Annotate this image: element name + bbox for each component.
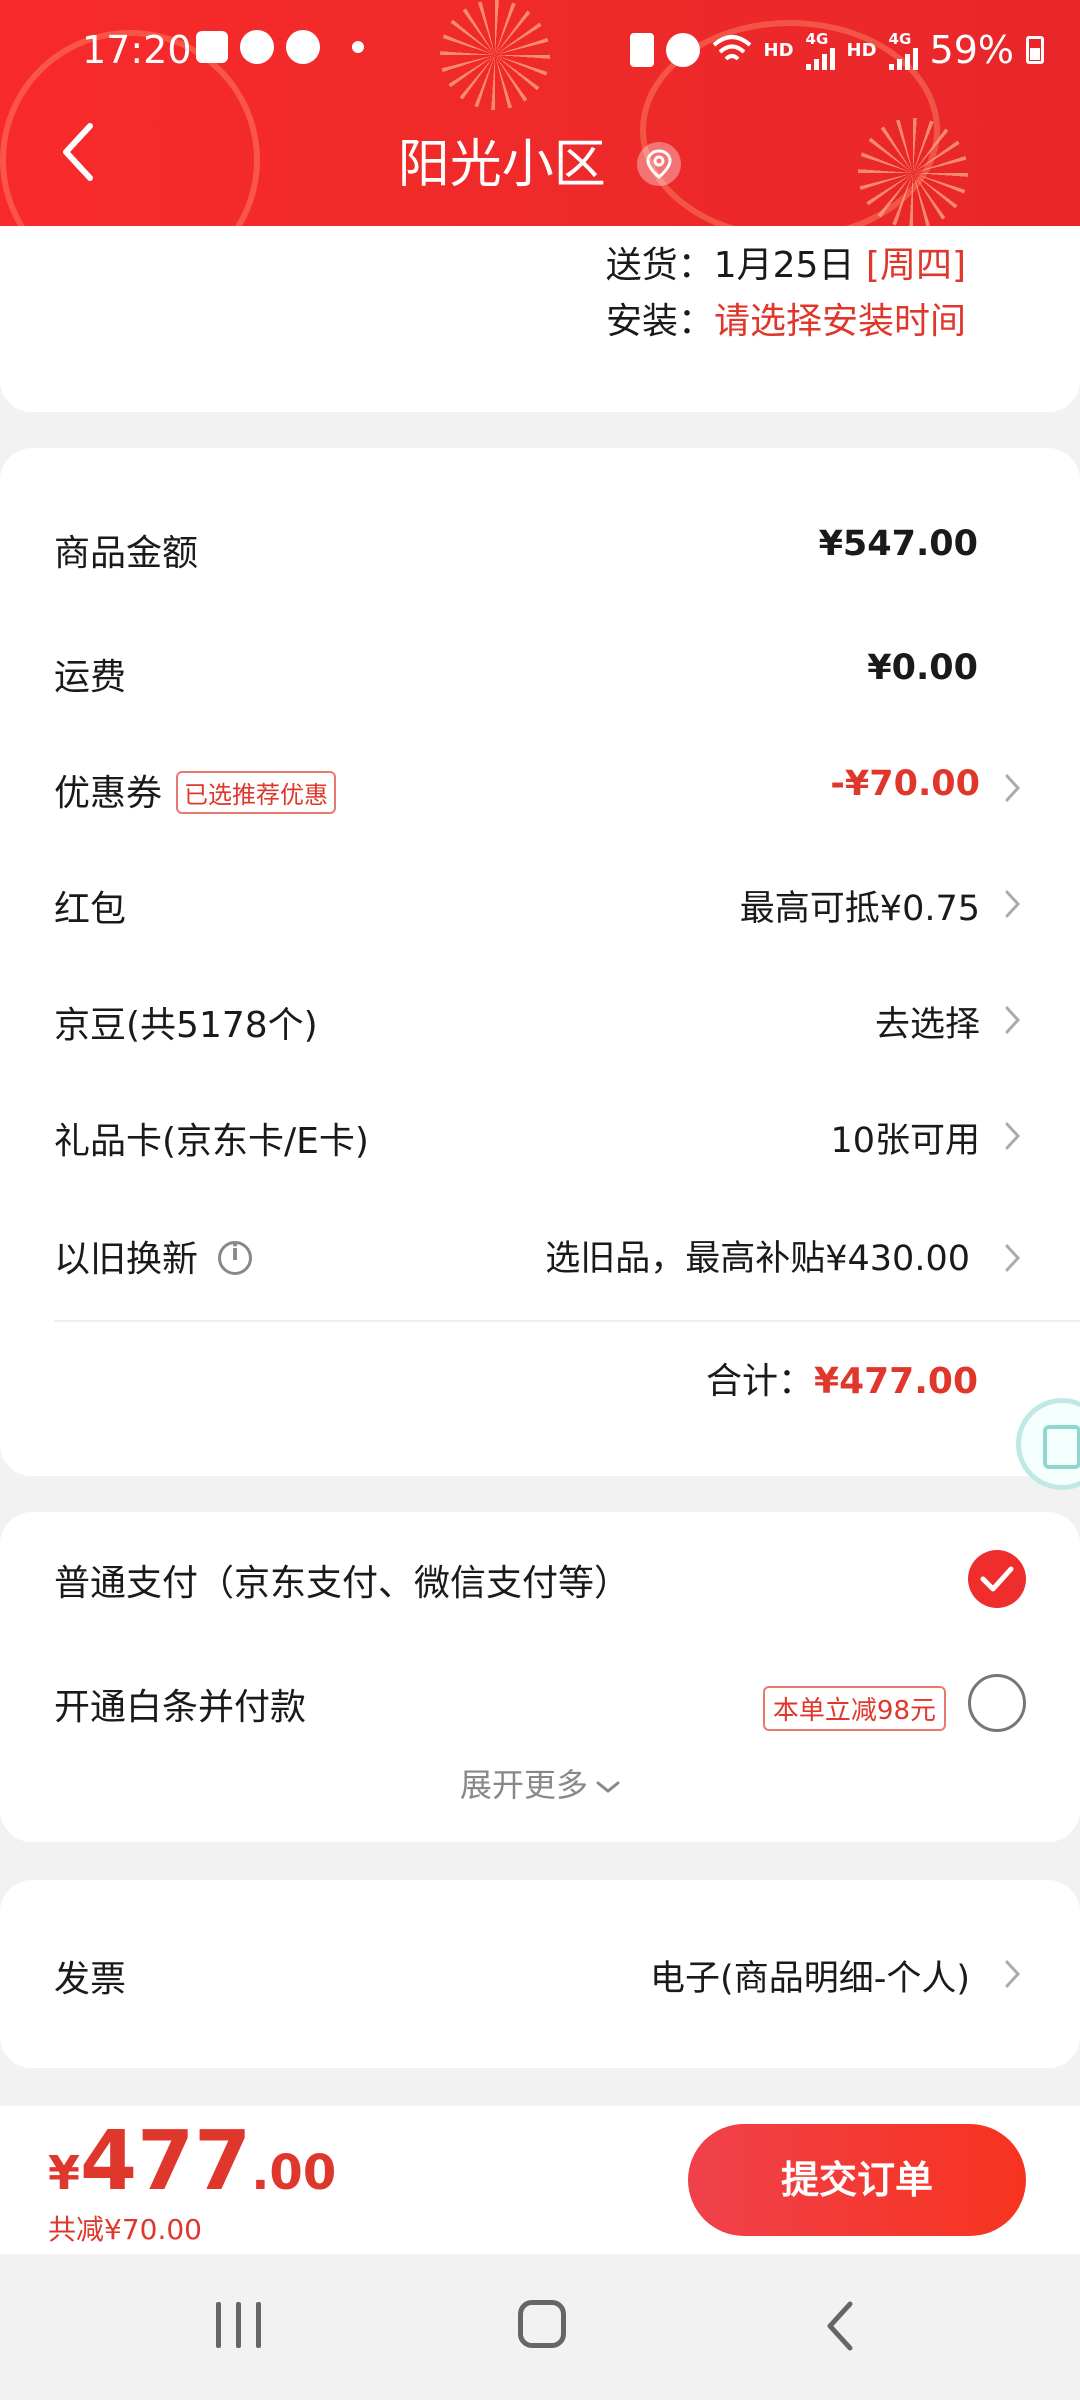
install-time-link[interactable]: 请选择安装时间	[714, 301, 966, 342]
trade-in-row[interactable]: 以旧换新 选旧品，最高补贴¥430.00	[0, 1214, 1080, 1294]
divider	[54, 1320, 1080, 1322]
wifi-icon	[712, 35, 751, 61]
expand-more-label: 展开更多	[459, 1766, 588, 1804]
system-back-button[interactable]	[820, 2298, 860, 2354]
info-icon[interactable]	[218, 1241, 253, 1275]
expand-more-button[interactable]: 展开更多	[0, 1760, 1080, 1806]
payment-normal-radio[interactable]	[968, 1550, 1026, 1608]
page-title-area[interactable]: 阳光小区	[0, 122, 1080, 197]
recent-apps-button[interactable]	[216, 2302, 264, 2348]
ship-label: 送货：	[605, 245, 714, 286]
invoice-row[interactable]: 发票 电子(商品明细-个人)	[0, 1934, 1080, 2014]
invoice-card: 发票 电子(商品明细-个人)	[0, 1880, 1080, 2068]
red-packet-value: 最高可抵¥0.75	[739, 889, 980, 929]
install-time-line[interactable]: 安装：请选择安装时间	[606, 292, 966, 344]
network-hd-label: HD	[846, 39, 877, 61]
coupon-label: 优惠券	[54, 773, 163, 814]
status-bar: 17:20 HD 4G HD 4G 59%	[0, 0, 1080, 100]
payment-baitiao-label: 开通白条并付款	[54, 1687, 307, 1728]
goods-amount-value: ¥547.00	[818, 524, 978, 564]
ship-date-line: 送货：1月25日 [周四]	[606, 236, 966, 288]
baitiao-discount-tag: 本单立减98元	[762, 1686, 946, 1731]
red-packet-row[interactable]: 红包 最高可抵¥0.75	[0, 864, 1080, 944]
price-currency: ¥	[48, 2146, 81, 2200]
chevron-right-icon	[1005, 1244, 1021, 1272]
payment-normal-label: 普通支付（京东支付、微信支付等）	[54, 1563, 631, 1604]
signal-bars-icon	[805, 48, 835, 70]
coupon-row[interactable]: 优惠券 已选推荐优惠 -¥70.00	[0, 748, 1080, 828]
payment-option-normal[interactable]: 普通支付（京东支付、微信支付等）	[0, 1532, 1080, 1622]
total-label: 合计：	[706, 1361, 815, 1402]
shipping-fee-value: ¥0.00	[867, 648, 978, 688]
chevron-right-icon	[1005, 1122, 1021, 1150]
trade-in-label-group: 以旧换新	[54, 1230, 253, 1282]
network-gen-label: 4G	[888, 30, 912, 48]
payable-price: ¥477.00	[48, 2114, 336, 2209]
jingdou-label: 京豆(共5178个)	[54, 1005, 318, 1046]
header-banner: 17:20 HD 4G HD 4G 59% 阳光小区	[0, 0, 1080, 226]
checkmark-icon	[980, 1566, 1014, 1592]
signal-indicator: 4G	[805, 30, 835, 70]
goods-amount-label: 商品金额	[54, 533, 199, 574]
coupon-label-group: 优惠券 已选推荐优惠	[54, 764, 337, 816]
document-icon	[1043, 1425, 1080, 1469]
battery-saver-icon	[629, 33, 654, 67]
home-button[interactable]	[518, 2300, 566, 2348]
trade-in-label: 以旧换新	[54, 1239, 199, 1280]
recent-apps-icon	[256, 2302, 261, 2348]
app-badge-icon	[240, 30, 274, 64]
payment-baitiao-radio[interactable]	[968, 1674, 1026, 1732]
ship-weekday: [周四]	[865, 245, 966, 286]
recent-apps-icon	[236, 2302, 241, 2348]
gift-card-label: 礼品卡(京东卡/E卡)	[54, 1121, 369, 1162]
chevron-right-icon	[1005, 1960, 1021, 1988]
invoice-label: 发票	[54, 1959, 127, 2000]
recent-apps-icon	[216, 2302, 221, 2348]
more-notifications-icon	[352, 41, 364, 53]
network-hd-label: HD	[763, 39, 794, 61]
price-integer: 477	[80, 2114, 252, 2209]
status-right: HD 4G HD 4G 59%	[629, 28, 1044, 72]
shipping-fee-row: 运费 ¥0.00	[0, 632, 1080, 712]
ship-date: 1月25日	[713, 245, 855, 286]
invoice-value: 电子(商品明细-个人)	[650, 1959, 970, 1999]
submit-order-button[interactable]: 提交订单	[688, 2124, 1026, 2236]
network-gen-label: 4G	[805, 30, 829, 48]
jingdou-row[interactable]: 京豆(共5178个) 去选择	[0, 980, 1080, 1060]
payment-option-baitiao[interactable]: 开通白条并付款 本单立减98元	[0, 1656, 1080, 1746]
notification-icons	[196, 30, 364, 64]
install-label: 安装：	[605, 301, 714, 342]
coupon-value: -¥70.00	[830, 764, 980, 804]
price-decimal: .00	[251, 2145, 337, 2201]
battery-icon	[1026, 36, 1044, 64]
chevron-right-icon	[1005, 774, 1021, 802]
trade-in-value: 选旧品，最高补贴¥430.00	[545, 1239, 970, 1279]
app-badge-icon	[286, 30, 320, 64]
red-packet-label: 红包	[54, 889, 127, 930]
total-saved: 共减¥70.00	[48, 2213, 202, 2246]
signal-bars-icon	[888, 48, 918, 70]
goods-amount-row: 商品金额 ¥547.00	[0, 508, 1080, 588]
battery-percent: 59%	[929, 28, 1014, 72]
gift-card-row[interactable]: 礼品卡(京东卡/E卡) 10张可用	[0, 1096, 1080, 1176]
jingdou-value: 去选择	[874, 1005, 980, 1045]
page-title: 阳光小区	[397, 135, 606, 195]
chevron-down-icon	[596, 1781, 620, 1793]
chevron-right-icon	[1005, 1006, 1021, 1034]
signal-indicator: 4G	[888, 30, 918, 70]
shipping-fee-label: 运费	[54, 657, 127, 698]
coupon-recommended-tag: 已选推荐优惠	[176, 770, 337, 814]
order-fees-card: 商品金额 ¥547.00 运费 ¥0.00 优惠券 已选推荐优惠 -¥70.00 …	[0, 448, 1080, 1476]
system-nav-bar	[0, 2254, 1080, 2400]
gift-card-value: 10张可用	[830, 1121, 980, 1161]
alarm-icon	[665, 33, 700, 67]
delivery-card: 送货：1月25日 [周四] 安装：请选择安装时间	[0, 226, 1080, 412]
status-time: 17:20	[82, 28, 192, 72]
total-amount: ¥477.00	[814, 1361, 978, 1402]
order-total: 合计：¥477.00	[706, 1352, 978, 1404]
chevron-right-icon	[1005, 890, 1021, 918]
gallery-icon	[196, 31, 228, 63]
checkout-bar: ¥477.00 共减¥70.00 提交订单	[0, 2106, 1080, 2254]
location-pin-icon	[637, 142, 682, 186]
